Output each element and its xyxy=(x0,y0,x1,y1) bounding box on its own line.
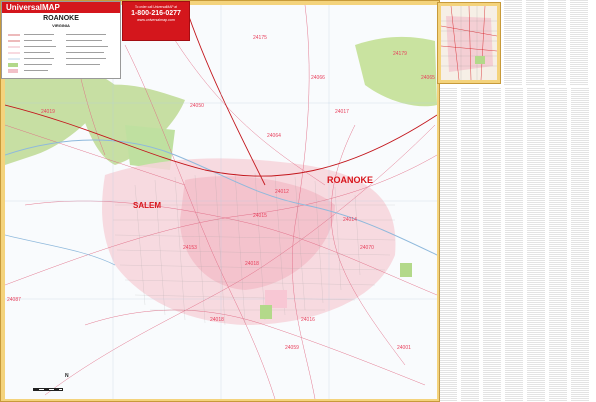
park-green-south xyxy=(260,305,272,319)
zip-label: 24018 xyxy=(210,317,224,323)
title-box: UniversalMAP ROANOKE VIRGINIA xyxy=(1,1,121,79)
inset-canvas xyxy=(441,6,497,80)
map-title: ROANOKE xyxy=(43,15,79,22)
zip-label: 24018 xyxy=(245,261,259,267)
north-arrow-icon: N xyxy=(65,373,69,379)
zip-label: 24064 xyxy=(267,133,281,139)
creek xyxy=(5,234,116,266)
inset-map[interactable] xyxy=(437,2,501,84)
promo-box[interactable]: To order call UniversalMAP at 1-800-216-… xyxy=(122,1,190,41)
label-salem: SALEM xyxy=(133,201,161,210)
zip-label: 24001 xyxy=(397,345,411,351)
zip-label: 24017 xyxy=(335,109,349,115)
zip-label: 24087 xyxy=(7,297,21,303)
label-roanoke: ROANOKE xyxy=(327,175,374,185)
park-green-east xyxy=(400,263,412,277)
interstate-spur xyxy=(184,5,266,186)
zip-label: 24016 xyxy=(301,317,315,323)
promo-url[interactable]: www.universalmap.com xyxy=(123,18,189,22)
map-legend xyxy=(6,31,118,75)
zip-label: 24066 xyxy=(311,75,325,81)
zip-label: 24070 xyxy=(360,245,374,251)
map-frame: ROANOKE SALEM 24175 24019 24012 24153 24… xyxy=(0,0,440,402)
zip-label: 24050 xyxy=(190,103,204,109)
zip-label: 24175 xyxy=(253,35,267,41)
legend-graphics xyxy=(8,34,108,73)
zip-label: 24019 xyxy=(41,109,55,115)
zip-label: 24179 xyxy=(393,51,407,57)
zip-label: 24153 xyxy=(183,245,197,251)
zip-label: 24015 xyxy=(253,213,267,219)
promo-text: To order call UniversalMAP at xyxy=(135,5,177,9)
zip-label: 24059 xyxy=(285,345,299,351)
brand-logo: UniversalMAP xyxy=(2,2,120,13)
street-index-top xyxy=(502,0,596,86)
promo-phone[interactable]: 1-800-216-0277 xyxy=(123,10,189,17)
green-area-northeast xyxy=(355,36,437,107)
zip-label: 24014 xyxy=(343,217,357,223)
inset-graphics xyxy=(441,6,497,80)
zip-label: 24065 xyxy=(421,75,435,81)
street-index xyxy=(437,88,596,402)
scale-bar xyxy=(33,388,63,391)
zip-label: 24012 xyxy=(275,189,289,195)
map-subtitle: VIRGINIA xyxy=(52,23,70,28)
